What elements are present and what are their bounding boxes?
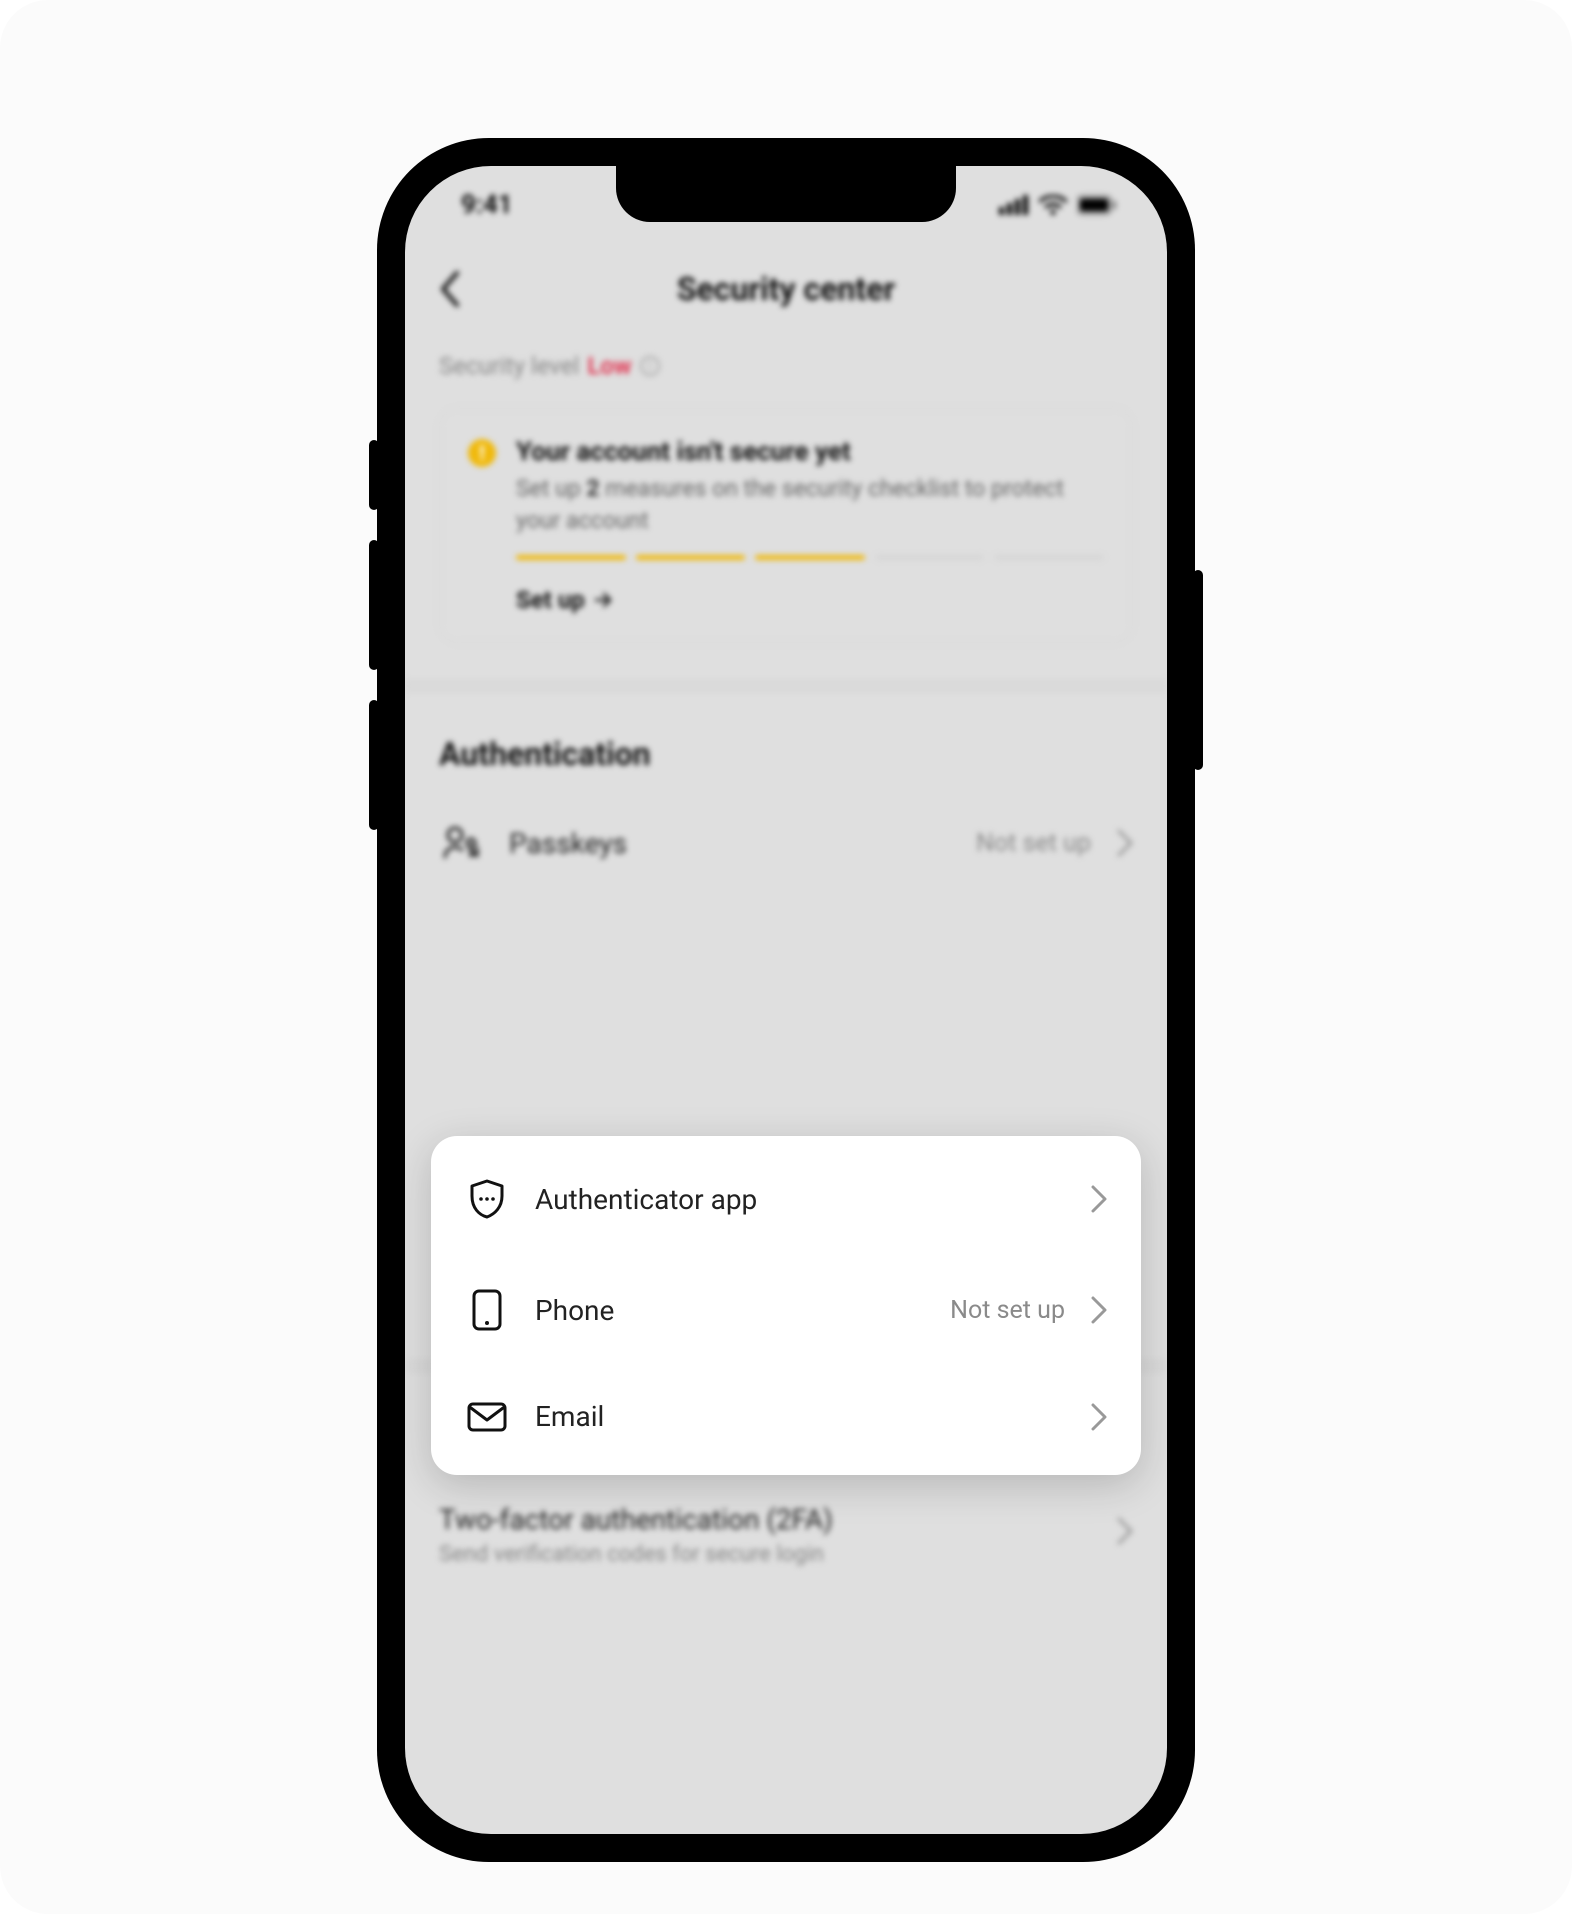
row-label: Two-factor authentication (2FA) (439, 1503, 1091, 1536)
email-icon (465, 1401, 509, 1433)
arrow-right-icon (593, 590, 613, 610)
row-desc: Send verification codes for secure login (439, 1542, 1091, 1567)
chevron-right-icon (1117, 829, 1133, 857)
phone-side-button (369, 440, 379, 510)
row-2fa[interactable]: Two-factor authentication (2FA) Send ver… (439, 1473, 1133, 1597)
row-status: Not set up (950, 1296, 1065, 1325)
phone-frame: 9:41 Security center Security lev (379, 140, 1193, 1860)
security-level-label: Security level (439, 352, 579, 380)
security-alert-card: ! Your account isn't secure yet Set up 2… (439, 408, 1133, 643)
alert-title: Your account isn't secure yet (516, 437, 1104, 467)
alert-icon: ! (468, 439, 496, 467)
back-button[interactable] (439, 271, 461, 307)
row-phone[interactable]: Phone Not set up (465, 1254, 1107, 1366)
security-level-value: Low (587, 352, 631, 380)
phone-screen: 9:41 Security center Security lev (405, 166, 1167, 1834)
security-level: Security level Low i (439, 352, 1133, 380)
chevron-right-icon (1117, 1517, 1133, 1545)
row-email[interactable]: Email (465, 1366, 1107, 1467)
setup-button[interactable]: Set up (516, 586, 613, 614)
chevron-right-icon (1091, 1403, 1107, 1431)
shield-icon (465, 1178, 509, 1220)
alert-desc-pre: Set up (516, 475, 586, 502)
phone-side-button (1193, 570, 1203, 770)
row-passkeys[interactable]: Passkeys Not set up (439, 793, 1133, 893)
row-status: Not set up (976, 829, 1091, 858)
phone-notch (616, 166, 956, 222)
setup-label: Set up (516, 586, 585, 614)
highlighted-card: Authenticator app Phone Not set up (431, 1136, 1141, 1475)
alert-desc-bold: 2 (586, 475, 599, 502)
section-title-auth: Authentication (439, 735, 1133, 773)
row-label: Authenticator app (535, 1183, 1065, 1216)
page-title: Security center (677, 270, 895, 308)
cellular-icon (999, 195, 1029, 215)
chevron-right-icon (1091, 1296, 1107, 1324)
section-divider (405, 679, 1167, 693)
info-icon[interactable]: i (640, 356, 660, 376)
phone-side-button (369, 540, 379, 670)
row-label: Phone (535, 1294, 924, 1327)
status-time: 9:41 (461, 190, 513, 220)
phone-icon (465, 1288, 509, 1332)
page-header: Security center (405, 244, 1167, 334)
alert-description: Set up 2 measures on the security checkl… (516, 473, 1104, 537)
row-label: Passkeys (509, 827, 950, 860)
wifi-icon (1039, 195, 1067, 215)
chevron-left-icon (439, 271, 461, 307)
security-progress (516, 555, 1104, 560)
row-label: Email (535, 1400, 1065, 1433)
battery-icon (1077, 195, 1117, 215)
phone-side-button (369, 700, 379, 830)
chevron-right-icon (1091, 1185, 1107, 1213)
passkeys-icon (439, 823, 483, 863)
canvas: 9:41 Security center Security lev (0, 0, 1572, 1914)
row-authenticator-app[interactable]: Authenticator app (465, 1144, 1107, 1254)
status-icons (999, 195, 1117, 215)
